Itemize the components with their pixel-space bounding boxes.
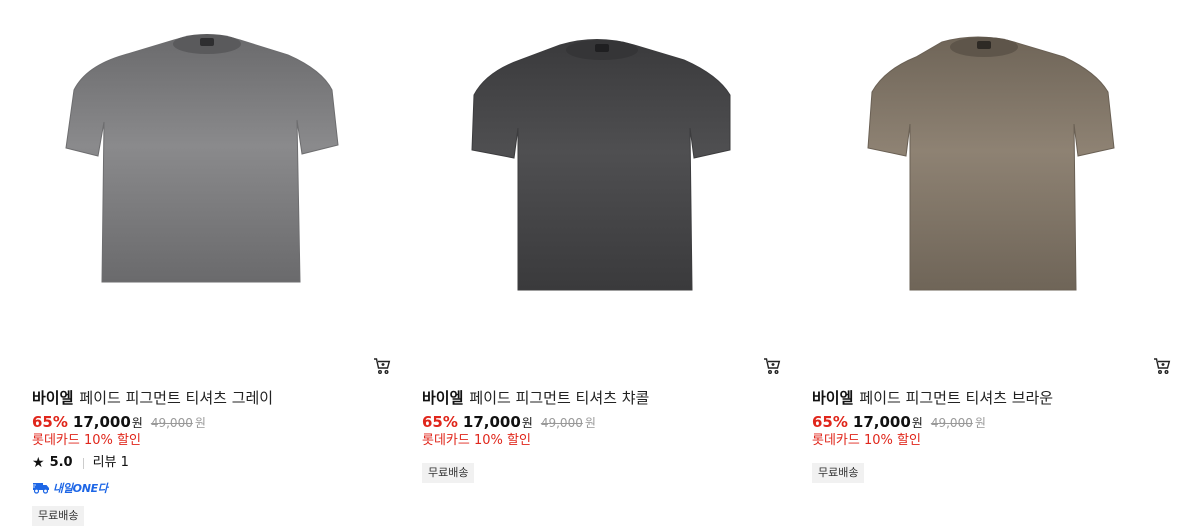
card-discount-promo: 롯데카드 10% 할인	[32, 433, 141, 448]
delivery-badge-label: 내일ONE다	[53, 482, 108, 495]
product-name: 페이드 피그먼트 티셔츠 그레이	[79, 389, 274, 407]
discount-rate: 65%	[32, 413, 68, 431]
sale-price: 17,000	[852, 413, 911, 431]
product-card[interactable]: 바이엘 페이드 피그먼트 티셔츠 챠콜 65% 17,000원 49,000 원 롯데카…	[422, 0, 782, 531]
product-title[interactable]: 바이엘 페이드 피그먼트 티셔츠 그레이	[32, 388, 273, 408]
truck-icon	[32, 479, 50, 498]
product-name: 페이드 피그먼트 티셔츠 챠콜	[469, 389, 650, 407]
price-unit: 원	[131, 416, 143, 430]
sale-price: 17,000	[72, 413, 131, 431]
product-title[interactable]: 바이엘 페이드 피그먼트 티셔츠 챠콜	[422, 388, 649, 408]
card-discount-promo: 롯데카드 10% 할인	[422, 433, 531, 448]
brand-name: 바이엘	[812, 389, 854, 407]
product-image[interactable]	[422, 0, 782, 352]
review-count: 리뷰 1	[92, 455, 129, 470]
brand-name: 바이엘	[422, 389, 464, 407]
product-name: 페이드 피그먼트 티셔츠 브라운	[859, 389, 1054, 407]
free-shipping-tag: 무료배송	[812, 463, 865, 483]
rating-row: ★ 5.0 리뷰 1	[32, 455, 129, 471]
delivery-badge: 내일ONE다	[32, 480, 108, 496]
divider	[82, 457, 84, 469]
discount-rate: 65%	[812, 413, 848, 431]
cart-icon[interactable]	[762, 356, 782, 376]
price-row: 65% 17,000원 49,000 원	[812, 412, 986, 433]
tshirt-image	[471, 39, 731, 291]
tshirt-image	[867, 36, 1115, 291]
cart-icon[interactable]	[372, 356, 392, 376]
product-card[interactable]: 바이엘 페이드 피그먼트 티셔츠 그레이 65% 17,000원 49,000 원 롯데…	[32, 0, 392, 531]
original-price-unit: 원	[974, 416, 986, 430]
rating-score: 5.0	[49, 455, 73, 470]
discount-rate: 65%	[422, 413, 458, 431]
product-title[interactable]: 바이엘 페이드 피그먼트 티셔츠 브라운	[812, 388, 1053, 408]
original-price-unit: 원	[194, 416, 206, 430]
product-card[interactable]: 바이엘 페이드 피그먼트 티셔츠 브라운 65% 17,000원 49,000 원 롯데…	[812, 0, 1172, 531]
price-unit: 원	[911, 416, 923, 430]
original-price: 49,000	[930, 416, 973, 430]
product-image[interactable]	[32, 0, 392, 352]
star-icon: ★	[32, 455, 45, 471]
price-row: 65% 17,000원 49,000 원	[422, 412, 596, 433]
price-unit: 원	[521, 416, 533, 430]
original-price-unit: 원	[584, 416, 596, 430]
tshirt-image	[65, 34, 339, 283]
card-discount-promo: 롯데카드 10% 할인	[812, 433, 921, 448]
original-price: 49,000	[150, 416, 193, 430]
price-row: 65% 17,000원 49,000 원	[32, 412, 206, 433]
free-shipping-tag: 무료배송	[32, 506, 85, 526]
original-price: 49,000	[540, 416, 583, 430]
sale-price: 17,000	[462, 413, 521, 431]
product-image[interactable]	[812, 0, 1172, 352]
cart-icon[interactable]	[1152, 356, 1172, 376]
brand-name: 바이엘	[32, 389, 74, 407]
free-shipping-tag: 무료배송	[422, 463, 475, 483]
